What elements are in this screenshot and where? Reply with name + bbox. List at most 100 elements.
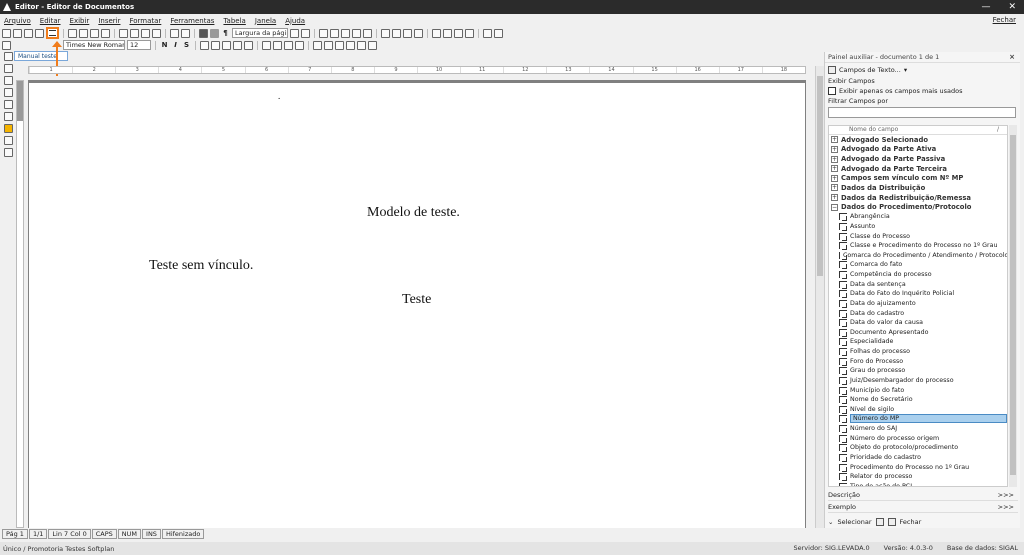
numbering-icon[interactable] — [273, 40, 282, 50]
expand-icon[interactable]: + — [831, 165, 838, 173]
fields-tree-scrollbar[interactable] — [1009, 125, 1017, 487]
font-size-select[interactable]: 12 — [127, 40, 151, 50]
tree-field-item[interactable]: Data do valor da causa — [829, 318, 1007, 328]
columns-more-icon[interactable] — [494, 28, 503, 38]
clear-format-icon[interactable] — [357, 40, 366, 50]
copy-icon[interactable] — [130, 28, 139, 38]
tree-group[interactable]: + Advogado da Parte Terceira — [829, 164, 1007, 174]
insert-field-icon[interactable] — [875, 517, 884, 526]
table-insert-icon[interactable] — [330, 28, 339, 38]
tree-group[interactable]: + Advogado Selecionado — [829, 135, 1007, 145]
description-expand[interactable]: >>> — [998, 491, 1014, 499]
pointer-icon[interactable] — [3, 64, 13, 73]
style-icon[interactable] — [2, 40, 11, 50]
image-icon[interactable] — [3, 112, 13, 121]
close-window-button[interactable]: ✕ — [1008, 0, 1016, 14]
strike-button[interactable]: S — [182, 41, 191, 49]
tree-field-item[interactable]: Tipo de ação do PCJ — [829, 482, 1007, 486]
expand-icon[interactable]: + — [831, 155, 838, 163]
new-document-icon[interactable] — [2, 28, 11, 38]
tree-field-item[interactable]: Grau do processo — [829, 366, 1007, 376]
print-icon[interactable] — [68, 28, 77, 38]
tree-field-item[interactable]: Comarca do fato — [829, 260, 1007, 270]
tree-field-item[interactable]: Comarca do Procedimento / Atendimento / … — [829, 251, 1007, 261]
table-border-icon[interactable] — [352, 28, 361, 38]
table-delete-icon[interactable] — [363, 28, 372, 38]
font-select[interactable]: Times New Roman — [63, 40, 125, 50]
shading-icon[interactable] — [210, 28, 219, 38]
tree-group[interactable]: + Dados da Distribuição — [829, 183, 1007, 193]
select-button[interactable]: Selecionar — [837, 518, 871, 526]
table-column-icon[interactable] — [392, 28, 401, 38]
menu-editar[interactable]: Editar — [40, 17, 61, 25]
tree-field-item[interactable]: Juiz/Desembargador do processo — [829, 376, 1007, 386]
tree-field-item[interactable]: Número do SAJ — [829, 424, 1007, 434]
tree-field-item[interactable]: Nível de sigilo — [829, 405, 1007, 415]
zoom-icon[interactable] — [3, 136, 13, 145]
filter-fields-input[interactable] — [828, 107, 1016, 118]
tree-field-item[interactable]: Data do Fato do Inquérito Policial — [829, 289, 1007, 299]
menu-exibir[interactable]: Exibir — [70, 17, 90, 25]
bullets-icon[interactable] — [262, 40, 271, 50]
align-left-icon[interactable] — [200, 40, 209, 50]
panel-close-link[interactable]: Fechar — [900, 518, 922, 526]
columns-icon[interactable] — [483, 28, 492, 38]
fields-type-select[interactable]: Campos de Texto... ▾ — [828, 65, 1017, 75]
font-grow-icon[interactable] — [335, 40, 344, 50]
italic-button[interactable]: I — [171, 41, 180, 49]
tree-field-item[interactable]: Especialidade — [829, 337, 1007, 347]
highlight-color-icon[interactable] — [324, 40, 333, 50]
tree-field-item[interactable]: Número do MP — [829, 414, 1007, 424]
tree-field-item[interactable]: Abrangência — [829, 212, 1007, 222]
table-split-icon[interactable] — [403, 28, 412, 38]
expand-icon[interactable]: + — [831, 174, 838, 182]
tree-field-item[interactable]: Classe e Procedimento do Processo no 1º … — [829, 241, 1007, 251]
increase-indent-icon[interactable] — [295, 40, 304, 50]
table-merge-icon[interactable] — [414, 28, 423, 38]
example-expand[interactable]: >>> — [998, 503, 1014, 511]
table-sort-icon[interactable] — [432, 28, 441, 38]
redo-icon[interactable] — [181, 28, 190, 38]
cut-icon[interactable] — [119, 28, 128, 38]
tree-field-item[interactable]: Procedimento do Processo no 1º Grau — [829, 462, 1007, 472]
expand-icon[interactable]: + — [831, 136, 838, 144]
tree-field-item[interactable]: Nome do Secretário — [829, 395, 1007, 405]
save-icon[interactable] — [35, 28, 44, 38]
paragraph-marks-icon[interactable]: ¶ — [221, 29, 230, 37]
tree-field-item[interactable]: Número do processo origem — [829, 433, 1007, 443]
tree-group[interactable]: + Advogado da Parte Passiva — [829, 154, 1007, 164]
page-view-button[interactable] — [46, 27, 59, 39]
align-right-icon[interactable] — [222, 40, 231, 50]
tree-field-item[interactable]: Folhas do processo — [829, 347, 1007, 357]
zoom-in-icon[interactable] — [290, 28, 299, 38]
tree-field-item[interactable]: Município do fato — [829, 385, 1007, 395]
menu-arquivo[interactable]: Arquivo — [4, 17, 31, 25]
tree-group[interactable]: − Dados do Procedimento/Protocolo — [829, 202, 1007, 212]
style-select[interactable]: Manual teste — [14, 51, 68, 61]
print-preview-icon[interactable] — [79, 28, 88, 38]
tree-field-item[interactable]: Objeto do protocolo/procedimento — [829, 443, 1007, 453]
case-icon[interactable] — [368, 40, 377, 50]
insert-all-icon[interactable] — [887, 517, 896, 526]
menu-formatar[interactable]: Formatar — [129, 17, 161, 25]
expand-icon[interactable]: + — [831, 184, 838, 192]
bold-button[interactable]: N — [160, 41, 169, 49]
table-autofit-icon[interactable] — [443, 28, 452, 38]
open-icon[interactable] — [13, 28, 22, 38]
align-center-icon[interactable] — [211, 40, 220, 50]
document-scrollbar-thumb[interactable] — [817, 76, 823, 276]
only-used-checkbox[interactable] — [828, 87, 836, 95]
field-icon[interactable] — [3, 148, 13, 157]
spellcheck-icon[interactable] — [101, 28, 110, 38]
panel-close-button[interactable]: × — [1009, 53, 1015, 61]
menu-inserir[interactable]: Inserir — [98, 17, 120, 25]
lock-icon[interactable] — [3, 124, 13, 133]
format-painter-icon[interactable] — [152, 28, 161, 38]
expand-icon[interactable]: + — [831, 145, 838, 153]
only-used-option[interactable]: Exibir apenas os campos mais usados — [825, 87, 1020, 95]
font-color-icon[interactable] — [313, 40, 322, 50]
shape-icon[interactable] — [3, 88, 13, 97]
table-grid-icon[interactable] — [319, 28, 328, 38]
tree-field-item[interactable]: Assunto — [829, 222, 1007, 232]
text-box-icon[interactable] — [3, 100, 13, 109]
